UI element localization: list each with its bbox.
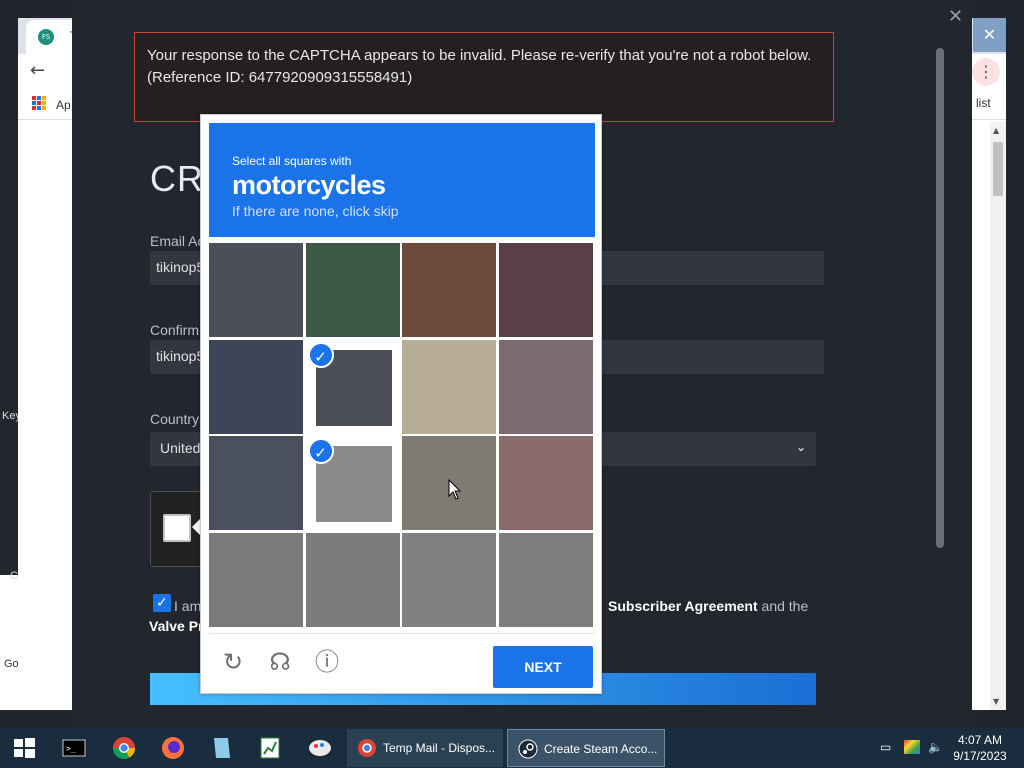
firefox-icon[interactable]	[159, 734, 187, 762]
windows-taskbar: >_ Temp Mail - Dispos... Create Steam Ac…	[0, 728, 1024, 768]
taskbar-item-label: Temp Mail - Dispos...	[383, 741, 496, 755]
next-button[interactable]: NEXT	[493, 646, 593, 688]
window-close-button[interactable]: ✕	[973, 18, 1006, 52]
captcha-tile[interactable]: ✓	[305, 339, 400, 434]
steam-icon	[518, 739, 538, 759]
color-display-icon[interactable]	[904, 740, 920, 754]
browser-menu-button[interactable]: ⋮	[972, 58, 1000, 86]
agree-text-and: and the	[757, 598, 809, 614]
captcha-footer: ↻ ☊ ⓘ NEXT	[209, 633, 595, 689]
chrome-task-icon	[358, 739, 376, 757]
info-icon[interactable]: ⓘ	[313, 648, 341, 676]
back-arrow-icon[interactable]: ←	[30, 60, 45, 81]
page-scroll-thumb[interactable]	[993, 142, 1003, 196]
captcha-tile-image	[209, 339, 303, 434]
country-value: United	[160, 440, 201, 456]
agree-text-start: I am	[174, 598, 202, 614]
captcha-tile[interactable]	[498, 436, 593, 530]
captcha-tile[interactable]: ✓	[305, 436, 400, 530]
captcha-challenge: Select all squares with motorcycles If t…	[200, 114, 602, 694]
chrome-icon[interactable]	[110, 734, 138, 762]
mouse-cursor-icon	[448, 479, 462, 500]
error-message: Your response to the CAPTCHA appears to …	[147, 47, 812, 64]
captcha-tile[interactable]	[402, 243, 496, 337]
terminal-icon[interactable]: >_	[60, 734, 88, 762]
paint-icon[interactable]	[306, 734, 334, 762]
page-scrollbar[interactable]: ▲ ▼	[990, 122, 1006, 710]
email-label: Email Ac	[150, 233, 205, 249]
modal-scrollbar[interactable]	[936, 48, 944, 548]
apps-label[interactable]: Ap	[56, 98, 71, 112]
clock-date: 9/17/2023	[953, 749, 1007, 763]
reload-icon[interactable]: ↻	[219, 648, 247, 676]
side-label-go: Go	[4, 658, 19, 670]
spreadsheet-icon[interactable]	[256, 734, 284, 762]
instruction-small: Select all squares with	[232, 154, 352, 168]
captcha-tile[interactable]	[402, 532, 496, 627]
captcha-tile[interactable]	[209, 243, 303, 337]
svg-text:>_: >_	[66, 744, 76, 753]
country-label: Country	[150, 411, 200, 427]
captcha-image-grid: ✓ ✓	[209, 243, 595, 629]
instruction-hint: If there are none, click skip	[232, 203, 399, 219]
selected-check-icon: ✓	[307, 438, 334, 464]
valve-privacy-link[interactable]: Valve Pr	[149, 618, 204, 634]
subscriber-agreement-link[interactable]: Subscriber Agreement	[608, 598, 758, 614]
notepad-icon[interactable]	[208, 734, 236, 762]
taskbar-item-create-steam[interactable]: Create Steam Acco...	[507, 729, 665, 767]
captcha-tile-image	[402, 339, 496, 434]
windows-start-icon[interactable]	[10, 734, 38, 762]
modal-close-icon[interactable]: ✕	[948, 6, 963, 27]
reading-list-label[interactable]: list	[976, 96, 991, 110]
captcha-tile[interactable]	[209, 436, 303, 530]
recaptcha-checkbox[interactable]	[163, 514, 191, 542]
captcha-tile[interactable]	[305, 532, 400, 627]
captcha-tile-image	[209, 243, 303, 337]
clock-time: 4:07 AM	[957, 733, 1003, 747]
agree-text-end: Subscriber Agreement and the	[608, 598, 808, 614]
error-reference-id: (Reference ID: 6477920909315558491)	[147, 69, 413, 86]
speaker-muted-icon[interactable]: 🔈	[928, 740, 943, 754]
captcha-tile-image	[498, 532, 593, 627]
apps-grid-icon[interactable]	[32, 96, 46, 110]
captcha-tile-image	[209, 532, 303, 627]
modal-scroll-thumb[interactable]	[936, 48, 944, 548]
captcha-tile-image	[305, 243, 400, 337]
captcha-tile[interactable]	[498, 339, 593, 434]
captcha-error-box: Your response to the CAPTCHA appears to …	[134, 32, 834, 122]
taskbar-item-label: Create Steam Acco...	[544, 742, 658, 756]
agree-checkbox[interactable]: ✓	[153, 594, 171, 612]
instruction-target: motorcycles	[232, 170, 386, 200]
selected-check-icon: ✓	[307, 341, 334, 368]
confirm-email-label: Confirm	[150, 322, 200, 338]
captcha-tile-image	[402, 243, 496, 337]
temp-mail-icon: FS	[38, 29, 54, 45]
captcha-tile[interactable]	[209, 339, 303, 434]
taskbar-clock[interactable]: 4:07 AM 9/17/2023	[945, 732, 1015, 764]
scroll-up-icon[interactable]: ▲	[993, 126, 999, 135]
captcha-tile-image	[209, 436, 303, 530]
captcha-tile[interactable]	[498, 243, 593, 337]
captcha-tile-image	[498, 436, 593, 530]
headphones-icon[interactable]: ☊	[266, 648, 294, 676]
captcha-tile-image	[498, 339, 593, 434]
captcha-tile[interactable]	[305, 243, 400, 337]
network-icon[interactable]: ▭	[880, 740, 891, 754]
chevron-down-icon: ⌄	[795, 440, 806, 454]
scroll-down-icon[interactable]: ▼	[993, 697, 999, 706]
captcha-tile[interactable]	[209, 532, 303, 627]
captcha-tile[interactable]	[402, 339, 496, 434]
side-label-c: C	[10, 570, 18, 582]
taskbar-item-temp-mail[interactable]: Temp Mail - Dispos...	[347, 729, 503, 767]
captcha-tile-image	[402, 532, 496, 627]
captcha-tile-image	[498, 243, 593, 337]
captcha-tile[interactable]	[498, 532, 593, 627]
captcha-instructions: Select all squares with motorcycles If t…	[209, 123, 595, 237]
captcha-tile-image	[305, 532, 400, 627]
